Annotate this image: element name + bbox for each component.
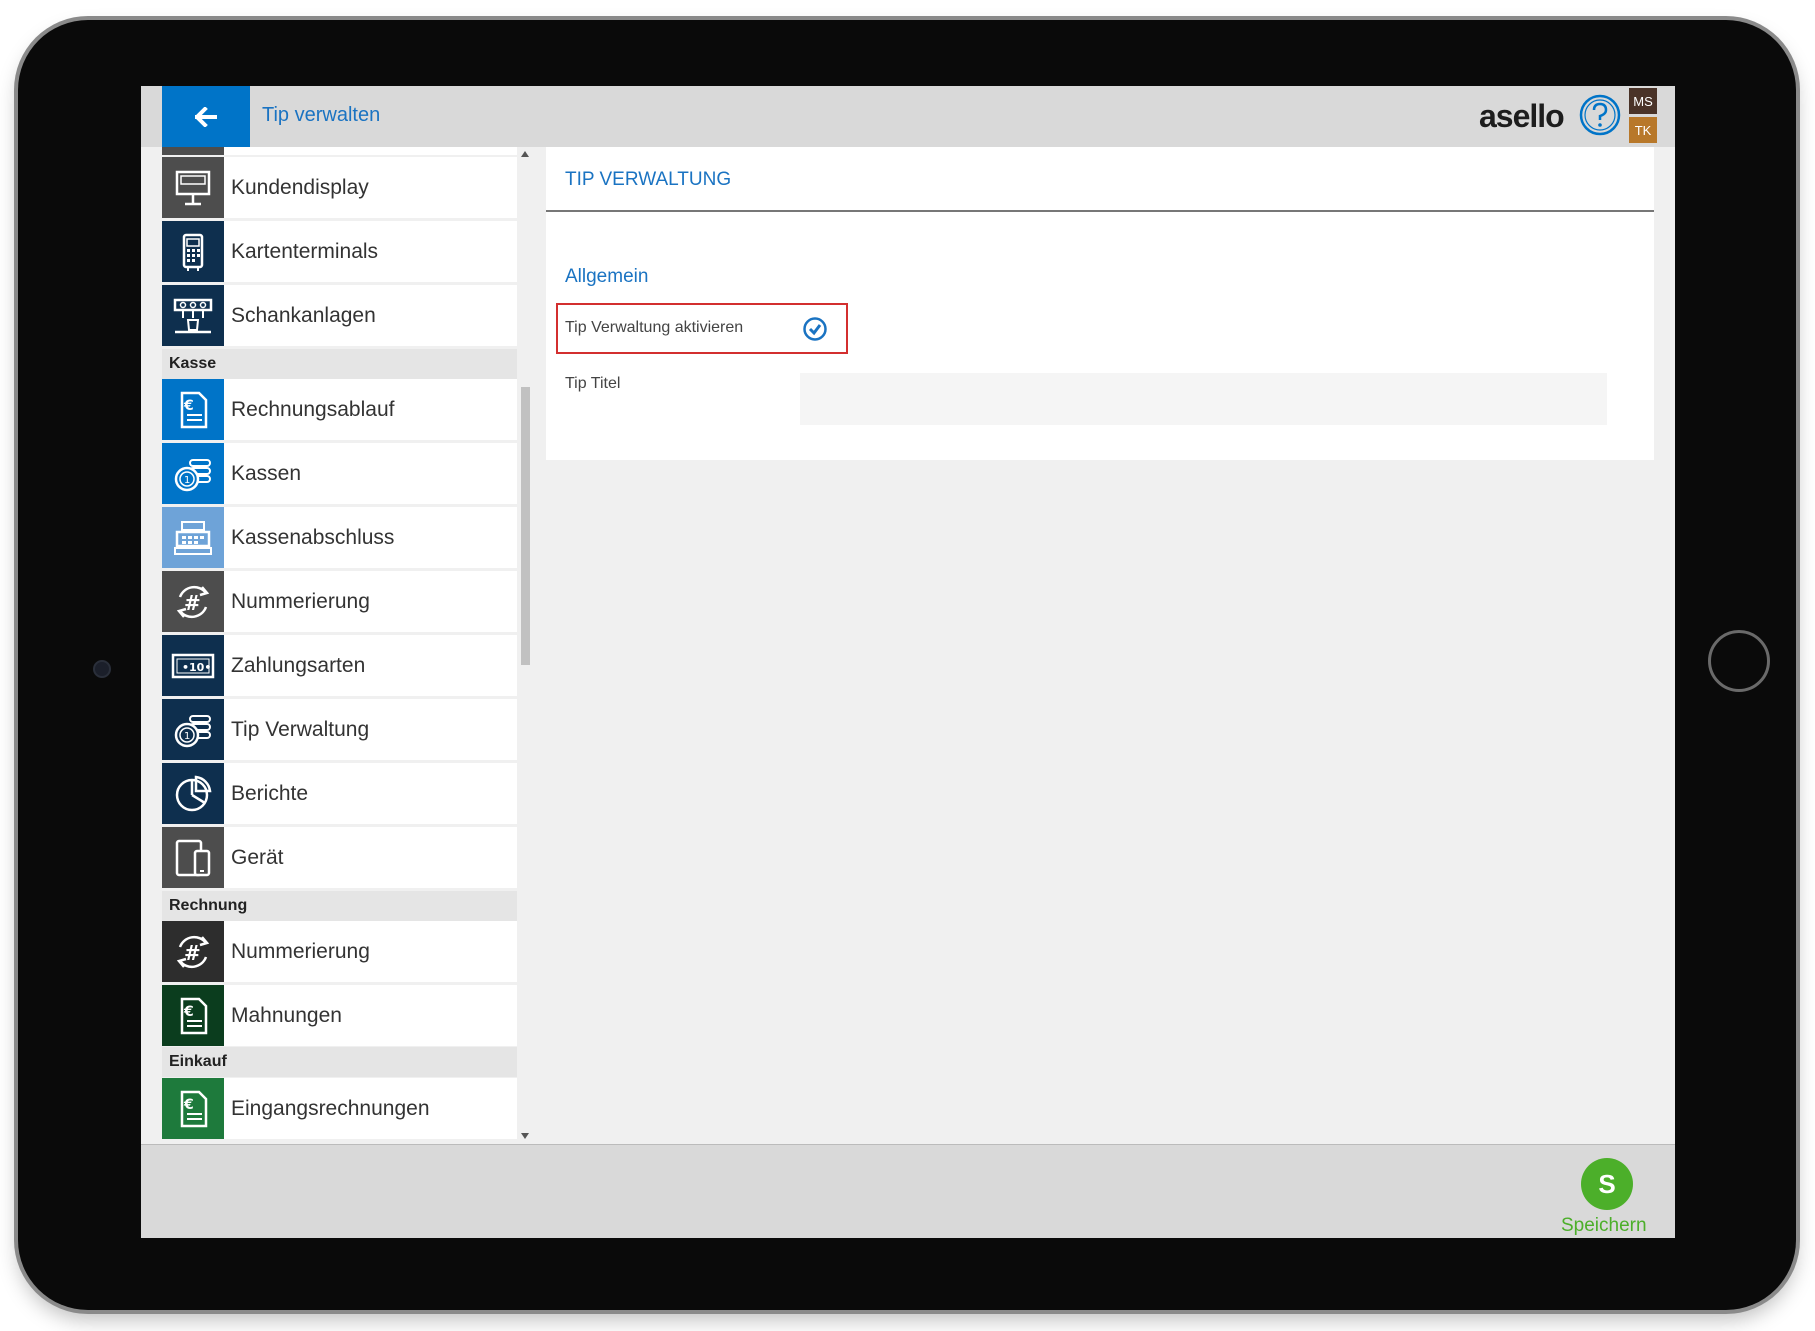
sidebar-item-kundendisplay[interactable]: Kundendisplay: [162, 157, 517, 218]
sidebar-scrollbar[interactable]: [518, 147, 532, 1144]
devices-icon: [162, 827, 224, 888]
sidebar-item-label: Schankanlagen: [231, 303, 376, 327]
asello-logo: asello: [1479, 98, 1565, 134]
sidebar-item-mahnungen[interactable]: € Mahnungen: [162, 985, 517, 1046]
tip-title-input[interactable]: [800, 373, 1607, 425]
hash-cycle-icon: #: [162, 571, 224, 632]
scroll-thumb[interactable]: [521, 387, 530, 665]
invoice-icon: €: [162, 1078, 224, 1139]
activate-tip-label: Tip Verwaltung aktivieren: [565, 319, 744, 336]
camera-icon: [93, 660, 111, 678]
svg-text:•10•: •10•: [182, 661, 211, 674]
banknote-icon: •10•: [162, 635, 224, 696]
sidebar-item-kassenabschluss[interactable]: Kassenabschluss: [162, 507, 517, 568]
panel-title: TIP VERWALTUNG: [565, 169, 732, 190]
save-button[interactable]: S: [1581, 1158, 1633, 1210]
sidebar-item-rechnungsablauf[interactable]: € Rechnungsablauf: [162, 379, 517, 440]
svg-text:€: €: [183, 1097, 194, 1113]
sidebar-item-geraet[interactable]: Gerät: [162, 827, 517, 888]
svg-text:€: €: [183, 398, 194, 414]
arrow-left-icon: [195, 106, 217, 127]
sidebar-item-eingangsrechnungen[interactable]: € Eingangsrechnungen: [162, 1078, 517, 1139]
help-icon[interactable]: [1578, 93, 1622, 137]
svg-text:#: #: [184, 591, 201, 615]
sidebar-item-label: Kartenterminals: [231, 239, 379, 263]
hash-cycle-icon: #: [162, 921, 224, 982]
sidebar-item-label: Tip Verwaltung: [231, 717, 370, 741]
coins-icon: 1: [162, 699, 224, 760]
svg-text:#: #: [184, 941, 201, 965]
sidebar-item-berichte[interactable]: Berichte: [162, 763, 517, 824]
sidebar-item-kartenterminals[interactable]: Kartenterminals: [162, 221, 517, 282]
sidebar-item-rechnung-nummerierung[interactable]: # Nummerierung: [162, 921, 517, 982]
settings-panel: TIP VERWALTUNG Allgemein Tip Verwaltung …: [546, 147, 1654, 460]
sidebar-item-kassen[interactable]: 1 Kassen: [162, 443, 517, 504]
sidebar-item-tip-verwaltung[interactable]: 1 Tip Verwaltung: [162, 699, 517, 760]
sidebar-item-nummerierung[interactable]: # Nummerierung: [162, 571, 517, 632]
svg-text:€: €: [183, 1004, 194, 1020]
sidebar-item-schankanlagen[interactable]: Schankanlagen: [162, 285, 517, 346]
section-header-rechnung: Rechnung: [162, 891, 517, 921]
user-badge-ms[interactable]: MS: [1629, 88, 1657, 114]
sidebar-item-label: Rechnungsablauf: [231, 397, 395, 421]
activate-tip-checkbox[interactable]: [802, 316, 828, 342]
sidebar-item-label: Nummerierung: [231, 939, 370, 963]
panel-divider: [546, 210, 1654, 212]
sidebar-item-label: Gerät: [231, 845, 284, 869]
sidebar-item-label: Kassenabschluss: [231, 525, 395, 549]
sidebar-item-label: Nummerierung: [231, 589, 370, 613]
sidebar-item-label: Mahnungen: [231, 1003, 342, 1027]
page-title: Tip verwalten: [262, 104, 381, 126]
invoice-icon: €: [162, 985, 224, 1046]
sidebar-item-partial[interactable]: [162, 147, 517, 155]
sidebar-item-zahlungsarten[interactable]: •10• Zahlungsarten: [162, 635, 517, 696]
customer-display-icon: [162, 157, 224, 218]
invoice-icon: €: [162, 379, 224, 440]
user-badge-tk[interactable]: TK: [1629, 117, 1657, 143]
cash-register-icon: [162, 507, 224, 568]
group-title: Allgemein: [565, 266, 649, 287]
pie-chart-icon: [162, 763, 224, 824]
card-terminal-icon: [162, 221, 224, 282]
svg-text:1: 1: [184, 731, 190, 742]
home-button[interactable]: [1708, 630, 1770, 692]
app-footer: S Speichern: [141, 1144, 1675, 1238]
sidebar-item-label: Kassen: [231, 461, 302, 485]
tap-system-icon: [162, 285, 224, 346]
sidebar-item-label: Zahlungsarten: [231, 653, 366, 677]
save-label[interactable]: Speichern: [1561, 1215, 1647, 1237]
scroll-up-arrow-icon[interactable]: [521, 151, 529, 157]
sidebar-item-label: Berichte: [231, 781, 309, 805]
coins-icon: 1: [162, 443, 224, 504]
settings-sidebar: Kundendisplay Kartenterminals Schankanla…: [162, 147, 517, 1144]
app-header: Tip verwalten asello MS TK: [141, 86, 1675, 147]
scroll-down-arrow-icon[interactable]: [521, 1133, 529, 1139]
tip-title-label: Tip Titel: [565, 375, 621, 392]
sidebar-item-label: Eingangsrechnungen: [231, 1096, 430, 1120]
section-header-kasse: Kasse: [162, 349, 517, 379]
svg-text:1: 1: [184, 475, 190, 486]
sidebar-item-label: Kundendisplay: [231, 175, 369, 199]
app-screen: Tip verwalten asello MS TK Kundendisplay…: [141, 86, 1675, 1238]
section-header-einkauf: Einkauf: [162, 1047, 517, 1077]
back-button[interactable]: [162, 86, 250, 147]
